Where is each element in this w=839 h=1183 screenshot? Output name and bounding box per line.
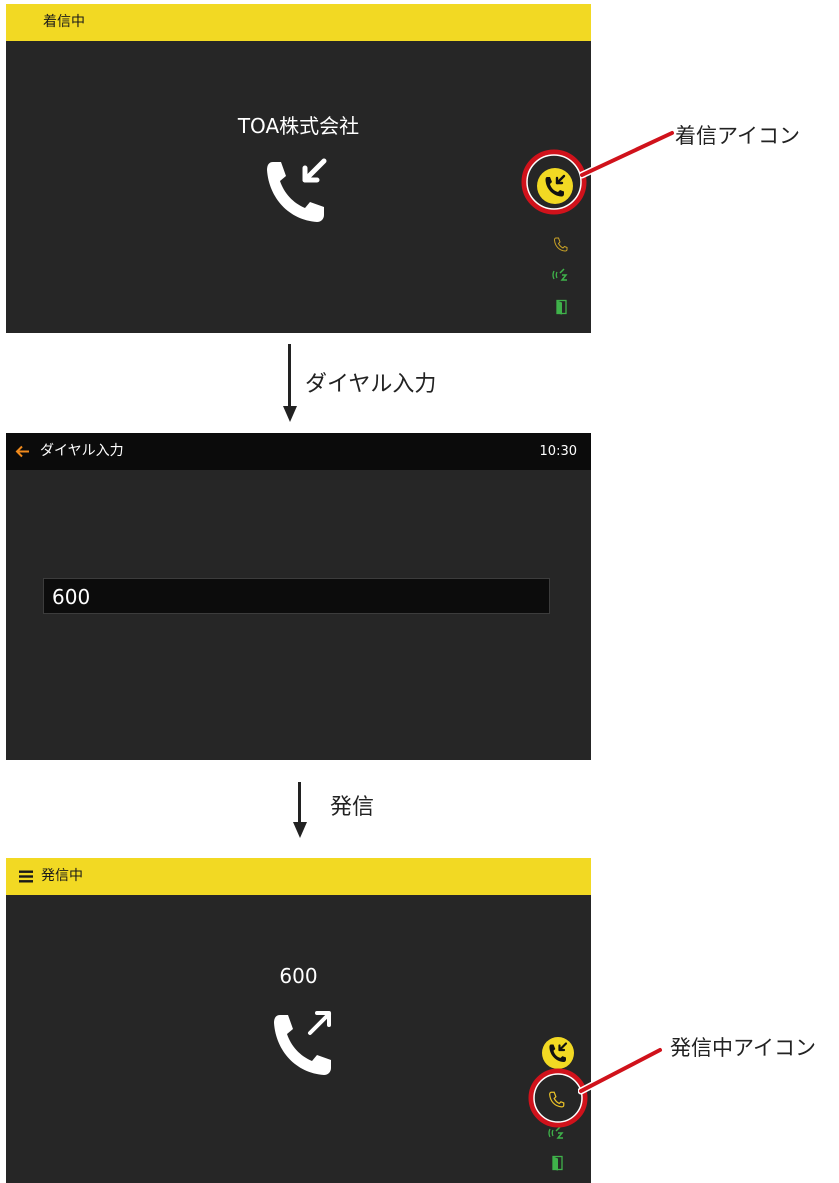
caller-name: TOA株式会社	[237, 114, 360, 138]
outgoing-call-large-icon	[274, 1011, 331, 1075]
outgoing-call-screen: 発信中 600	[6, 858, 591, 1183]
clock: 10:30	[539, 444, 577, 459]
dial-header-title: ダイヤル入力	[40, 443, 124, 459]
menu-icon[interactable]	[19, 870, 33, 883]
incoming-status-bar: 着信中	[6, 4, 591, 41]
step-arrow-1-head	[282, 406, 297, 422]
broadcast-icon[interactable]	[551, 267, 569, 283]
door-icon[interactable]	[555, 299, 569, 315]
step-arrow-2-shaft	[298, 782, 301, 822]
incoming-call-large-icon	[267, 158, 327, 222]
outgoing-number: 600	[279, 964, 318, 988]
step-arrow-1-shaft	[288, 344, 291, 406]
step-arrow-2-head	[292, 822, 307, 838]
step-label-dial: ダイヤル入力	[305, 372, 437, 397]
dial-header-bar: ダイヤル入力 10:30	[6, 433, 591, 470]
incoming-status-label: 着信中	[43, 14, 85, 30]
outgoing-status-bar: 発信中	[6, 858, 591, 895]
incoming-callout-line	[580, 129, 675, 179]
step-label-call: 発信	[330, 795, 375, 820]
dial-number-value: 600	[52, 585, 91, 609]
outgoing-callout-line	[578, 1046, 663, 1095]
outgoing-icon-callout-label: 発信中アイコン	[670, 1036, 816, 1060]
incoming-call-screen: 着信中 TOA株式会社	[6, 4, 591, 333]
phone-icon[interactable]	[553, 236, 569, 252]
dial-number-input[interactable]: 600	[43, 578, 550, 614]
door-icon[interactable]	[551, 1155, 565, 1171]
incoming-icon-callout-label: 着信アイコン	[675, 124, 800, 148]
back-arrow-icon[interactable]	[15, 445, 30, 458]
outgoing-status-label: 発信中	[41, 868, 83, 884]
dial-input-screen: ダイヤル入力 10:30 600	[6, 433, 591, 760]
